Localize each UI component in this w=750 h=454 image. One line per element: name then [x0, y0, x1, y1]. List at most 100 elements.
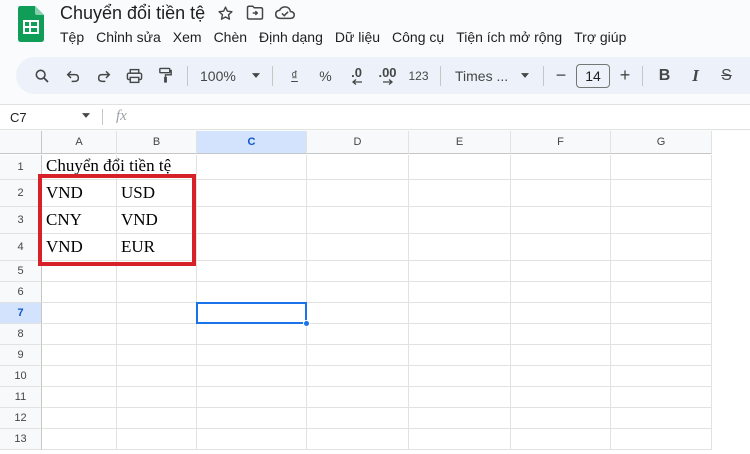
cell-g4[interactable]	[611, 234, 712, 261]
cell-d5[interactable]	[307, 261, 409, 282]
cell-a7[interactable]	[42, 303, 117, 324]
cell-d12[interactable]	[307, 408, 409, 429]
cell-d10[interactable]	[307, 366, 409, 387]
menu-data[interactable]: Dữ liệu	[329, 27, 386, 47]
print-icon[interactable]	[119, 62, 150, 90]
font-size-input[interactable]: 14	[576, 63, 610, 88]
menu-tools[interactable]: Công cụ	[386, 27, 450, 47]
menu-edit[interactable]: Chỉnh sửa	[90, 27, 167, 47]
column-header-b[interactable]: B	[117, 131, 197, 154]
cell-c11[interactable]	[197, 387, 307, 408]
column-header-a[interactable]: A	[42, 131, 117, 154]
menu-insert[interactable]: Chèn	[208, 27, 253, 47]
name-box[interactable]: C7	[0, 105, 102, 129]
cell-f10[interactable]	[511, 366, 611, 387]
cell-f5[interactable]	[511, 261, 611, 282]
menu-file[interactable]: Tệp	[54, 27, 90, 47]
column-header-g[interactable]: G	[611, 131, 712, 154]
decrease-decimal-button[interactable]: .0	[341, 62, 372, 90]
row-header-10[interactable]: 10	[0, 366, 42, 387]
cell-e2[interactable]	[409, 180, 511, 207]
cell-f11[interactable]	[511, 387, 611, 408]
row-header-11[interactable]: 11	[0, 387, 42, 408]
increase-decimal-button[interactable]: .00	[372, 62, 403, 90]
cell-c1[interactable]	[197, 155, 307, 180]
cell-f8[interactable]	[511, 324, 611, 345]
cell-d7[interactable]	[307, 303, 409, 324]
star-icon[interactable]	[215, 3, 235, 23]
row-header-5[interactable]: 5	[0, 261, 42, 282]
cell-g6[interactable]	[611, 282, 712, 303]
undo-icon[interactable]	[57, 62, 88, 90]
cell-e11[interactable]	[409, 387, 511, 408]
cell-d6[interactable]	[307, 282, 409, 303]
cell-g10[interactable]	[611, 366, 712, 387]
cell-g11[interactable]	[611, 387, 712, 408]
cell-c5[interactable]	[197, 261, 307, 282]
column-header-c[interactable]: C	[197, 131, 307, 154]
menu-view[interactable]: Xem	[167, 27, 208, 47]
cell-c4[interactable]	[197, 234, 307, 261]
cell-g7[interactable]	[611, 303, 712, 324]
cell-c12[interactable]	[197, 408, 307, 429]
cell-f12[interactable]	[511, 408, 611, 429]
active-cell-selection[interactable]	[196, 302, 307, 324]
cell-c8[interactable]	[197, 324, 307, 345]
row-header-12[interactable]: 12	[0, 408, 42, 429]
row-header-1[interactable]: 1	[0, 155, 42, 180]
cell-g5[interactable]	[611, 261, 712, 282]
cell-b10[interactable]	[117, 366, 197, 387]
cell-e7[interactable]	[409, 303, 511, 324]
sheets-logo-icon[interactable]	[18, 6, 44, 42]
cell-e10[interactable]	[409, 366, 511, 387]
cell-d3[interactable]	[307, 207, 409, 234]
cell-a6[interactable]	[42, 282, 117, 303]
cloud-saved-icon[interactable]	[275, 3, 296, 23]
row-header-8[interactable]: 8	[0, 324, 42, 345]
document-title[interactable]: Chuyển đổi tiền tệ	[60, 3, 205, 24]
cell-a11[interactable]	[42, 387, 117, 408]
row-header-13[interactable]: 13	[0, 429, 42, 450]
cell-e8[interactable]	[409, 324, 511, 345]
cell-b6[interactable]	[117, 282, 197, 303]
column-header-e[interactable]: E	[409, 131, 511, 154]
cell-g9[interactable]	[611, 345, 712, 366]
cell-d8[interactable]	[307, 324, 409, 345]
column-header-f[interactable]: F	[511, 131, 611, 154]
cell-g13[interactable]	[611, 429, 712, 450]
cell-a10[interactable]	[42, 366, 117, 387]
cell-b9[interactable]	[117, 345, 197, 366]
decrease-font-size-button[interactable]: −	[550, 62, 572, 90]
italic-button[interactable]: I	[680, 62, 711, 90]
cell-g8[interactable]	[611, 324, 712, 345]
move-to-folder-icon[interactable]	[245, 3, 265, 23]
cell-b7[interactable]	[117, 303, 197, 324]
cell-d2[interactable]	[307, 180, 409, 207]
select-all-corner[interactable]	[0, 131, 42, 154]
cell-f13[interactable]	[511, 429, 611, 450]
cell-b8[interactable]	[117, 324, 197, 345]
menu-format[interactable]: Định dạng	[253, 27, 329, 47]
paint-format-icon[interactable]	[150, 62, 181, 90]
cell-f7[interactable]	[511, 303, 611, 324]
cell-c10[interactable]	[197, 366, 307, 387]
row-header-4[interactable]: 4	[0, 234, 42, 261]
cell-f6[interactable]	[511, 282, 611, 303]
cell-e13[interactable]	[409, 429, 511, 450]
cell-b11[interactable]	[117, 387, 197, 408]
cell-f1[interactable]	[511, 155, 611, 180]
cell-c13[interactable]	[197, 429, 307, 450]
cell-c3[interactable]	[197, 207, 307, 234]
fill-handle[interactable]	[303, 320, 310, 327]
cell-f2[interactable]	[511, 180, 611, 207]
cell-g2[interactable]	[611, 180, 712, 207]
menu-help[interactable]: Trợ giúp	[568, 27, 632, 47]
strikethrough-button[interactable]: S	[711, 62, 742, 90]
redo-icon[interactable]	[88, 62, 119, 90]
cell-a9[interactable]	[42, 345, 117, 366]
column-header-d[interactable]: D	[307, 131, 409, 154]
currency-format-button[interactable]: ₫	[279, 62, 310, 90]
cell-e4[interactable]	[409, 234, 511, 261]
cell-f3[interactable]	[511, 207, 611, 234]
font-family-select[interactable]: Times ...	[447, 62, 537, 90]
